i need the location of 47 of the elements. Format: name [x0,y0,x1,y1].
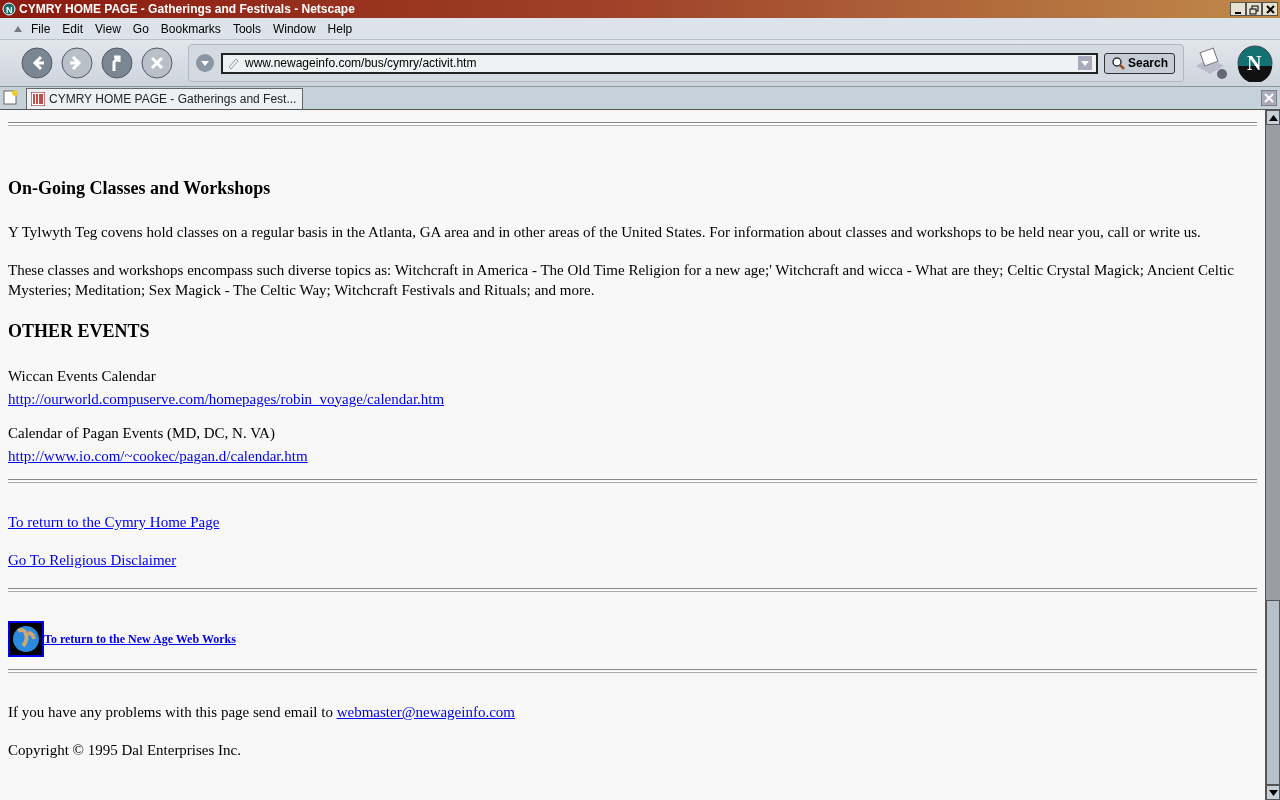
netscape-logo-icon[interactable]: N [1236,44,1274,82]
close-button[interactable] [1262,2,1278,16]
address-field[interactable]: www.newageinfo.com/bus/cymry/activit.htm [221,52,1098,74]
collapse-arrow-icon[interactable] [14,26,22,33]
email-link[interactable]: webmaster@newageinfo.com [336,704,516,720]
section-heading: On-Going Classes and Workshops [8,177,272,200]
back-button[interactable] [20,46,54,80]
browser-tab[interactable]: CYMRY HOME PAGE - Gatherings and Fest... [26,88,304,109]
menu-item[interactable]: File [25,19,57,38]
close-icon [1265,5,1275,15]
menu-item[interactable]: Edit [56,19,90,38]
search-icon [1110,56,1125,70]
scroll-down-icon[interactable] [1268,789,1278,796]
paragraph-text: These classes and workshops encompass such diverse topics as: Witchcraft in America - The Old Time Religion for a new age;' Witchcraft and wicca - What are they; Celtic Crystal Magick; Ancient Celtic Mysteries; Meditation; Sex Magick - The Celtic Way; Witchcraft Festivals and Rituals; and more. [8,261,1235,300]
dropdown-icon[interactable] [195,53,215,73]
page-link[interactable]: Go To Religious Disclaimer [8,552,177,568]
menu-item[interactable]: Bookmarks [154,19,227,38]
paragraph-text: Y Tylwyth Teg covens hold classes on a regular basis in the Atlanta, GA area and in other areas of the United States. For information about classes and workshops to be held near you, call or write us. [8,223,1202,242]
window-title: CYMRY HOME PAGE - Gatherings and Festivals - Netscape [19,1,355,18]
menu-item[interactable]: Go [126,19,155,38]
close-tab-icon[interactable] [1261,89,1277,106]
paragraph-text: If you have any problems with this page send email to webmaster@newageinfo.com [8,703,517,722]
section-heading: OTHER EVENTS [8,320,151,343]
restore-icon [1249,4,1259,15]
menu-item[interactable]: Tools [226,19,267,38]
page-link[interactable]: To return to the New Age Web Works [44,630,236,648]
page-link[interactable]: To return to the Cymry Home Page [8,514,220,530]
url-link[interactable]: http://www.io.com/~cookec/pagan.d/calendar.htm [8,447,308,464]
menu-item[interactable]: Help [321,19,359,38]
netscape-logo-icon: N [2,2,16,16]
search-button[interactable]: Search [1103,52,1175,74]
url-link[interactable]: http://ourworld.compuserve.com/homepages/robin_voyage/calendar.htm [8,390,445,407]
minimize-icon [1235,12,1241,15]
scrollbar[interactable] [1265,110,1280,800]
restore-button[interactable] [1246,2,1262,16]
page-favicon-icon [31,92,45,106]
address-input[interactable]: www.newageinfo.com/bus/cymry/activit.htm [245,54,1072,72]
scroll-up-icon[interactable] [1268,114,1278,121]
reload-button[interactable] [100,46,134,80]
minimize-button[interactable] [1230,2,1246,16]
menu-item[interactable]: Window [266,19,322,38]
new-tab-icon[interactable] [2,88,20,106]
link-title: Wiccan Events Calendar [8,367,157,386]
paragraph-text: Copyright © 1995 Dal Enterprises Inc. [8,741,243,760]
menu-item[interactable]: View [89,19,127,38]
link-title: Calendar of Pagan Events (MD, DC, N. VA) [8,424,276,443]
globe-icon[interactable] [8,621,44,657]
